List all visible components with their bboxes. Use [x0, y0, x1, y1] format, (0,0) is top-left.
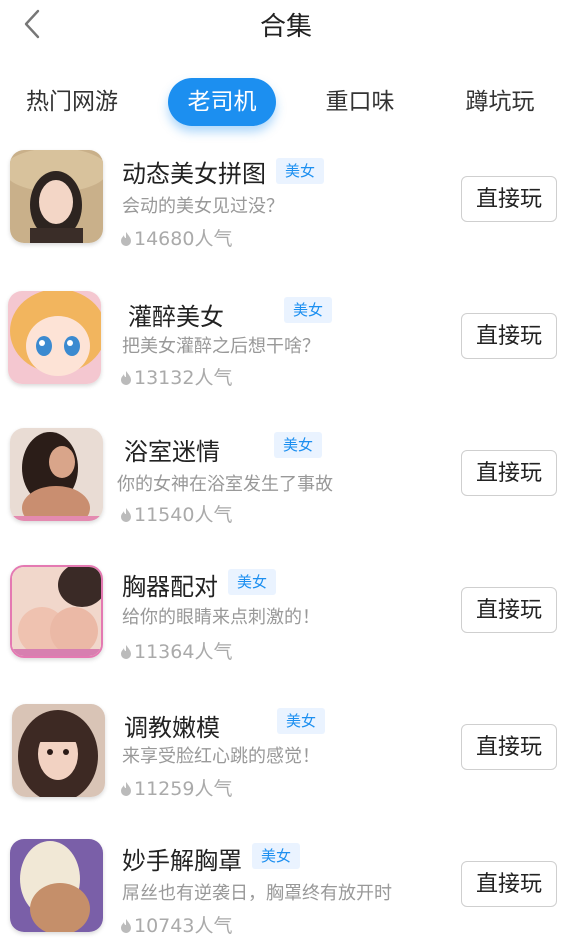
- popularity-count: 14680人气: [134, 228, 233, 250]
- list-item[interactable]: 灌醉美女 美女 把美女灌醉之后想干啥？ 13132人气 直接玩: [0, 281, 572, 391]
- category-tabs: 热门网游 老司机 重口味 蹲坑玩: [0, 78, 572, 128]
- game-thumbnail: [12, 704, 105, 797]
- category-tag: 美女: [276, 158, 325, 184]
- game-description: 把美女灌醉之后想干啥？: [122, 336, 320, 357]
- game-name: 调教嫩模: [124, 714, 220, 742]
- category-tag: 美女: [277, 708, 326, 734]
- flame-icon: [121, 371, 131, 385]
- popularity-count: 13132人气: [134, 367, 233, 389]
- list-item[interactable]: 动态美女拼图 美女 会动的美女见过没？ 14680人气 直接玩: [0, 144, 572, 254]
- list-item[interactable]: 妙手解胸罩 美女 屌丝也有逆袭日，胸罩终有放开时 10743人气 直接玩: [0, 829, 572, 939]
- popularity: 11364人气: [120, 637, 232, 664]
- popularity-count: 11540人气: [134, 504, 233, 526]
- game-thumbnail: [10, 565, 103, 658]
- game-name: 妙手解胸罩: [122, 847, 242, 875]
- tab-old-driver[interactable]: 老司机: [168, 78, 276, 126]
- game-thumbnail: [8, 291, 101, 384]
- popularity: 10743人气: [120, 911, 232, 938]
- popularity: 13132人气: [120, 363, 232, 390]
- flame-icon: [121, 919, 131, 933]
- popularity: 14680人气: [120, 224, 232, 251]
- flame-icon: [121, 508, 131, 522]
- game-name: 灌醉美女: [128, 303, 224, 331]
- game-description: 会动的美女见过没？: [122, 196, 284, 217]
- header-bar: 合集: [0, 0, 572, 50]
- popularity: 11259人气: [120, 774, 232, 801]
- game-description: 屌丝也有逆袭日，胸罩终有放开时: [122, 883, 392, 904]
- popularity: 11540人气: [120, 500, 232, 527]
- play-now-button[interactable]: 直接玩: [461, 587, 557, 633]
- list-item[interactable]: 浴室迷情 美女 你的女神在浴室发生了事故 11540人气 直接玩: [0, 418, 572, 528]
- category-tag: 美女: [274, 432, 323, 458]
- popularity-count: 11364人气: [134, 641, 233, 663]
- tab-toilet-play[interactable]: 蹲坑玩: [452, 78, 548, 126]
- popularity-count: 11259人气: [134, 778, 233, 800]
- play-now-button[interactable]: 直接玩: [461, 450, 557, 496]
- game-thumbnail: [10, 428, 103, 521]
- game-name: 动态美女拼图: [122, 160, 266, 188]
- tab-heavy-taste[interactable]: 重口味: [312, 78, 408, 126]
- category-tag: 美女: [228, 569, 277, 595]
- popularity-count: 10743人气: [134, 915, 233, 937]
- game-description: 来享受脸红心跳的感觉！: [122, 746, 320, 767]
- game-thumbnail: [10, 150, 103, 243]
- game-description: 给你的眼睛来点刺激的！: [122, 607, 320, 628]
- flame-icon: [121, 645, 131, 659]
- page-title: 合集: [259, 12, 312, 42]
- play-now-button[interactable]: 直接玩: [461, 724, 557, 770]
- game-name: 浴室迷情: [124, 438, 220, 466]
- category-tag: 美女: [252, 843, 301, 869]
- play-now-button[interactable]: 直接玩: [461, 861, 557, 907]
- list-item[interactable]: 调教嫩模 美女 来享受脸红心跳的感觉！ 11259人气 直接玩: [0, 692, 572, 802]
- flame-icon: [121, 782, 131, 796]
- game-description: 你的女神在浴室发生了事故: [117, 474, 333, 495]
- list-item[interactable]: 胸器配对 美女 给你的眼睛来点刺激的！ 11364人气 直接玩: [0, 555, 572, 665]
- play-now-button[interactable]: 直接玩: [461, 313, 557, 359]
- category-tag: 美女: [284, 297, 333, 323]
- flame-icon: [121, 232, 131, 246]
- game-thumbnail: [10, 839, 103, 932]
- tab-hot-online[interactable]: 热门网游: [18, 78, 126, 126]
- game-name: 胸器配对: [122, 573, 218, 601]
- play-now-button[interactable]: 直接玩: [461, 176, 557, 222]
